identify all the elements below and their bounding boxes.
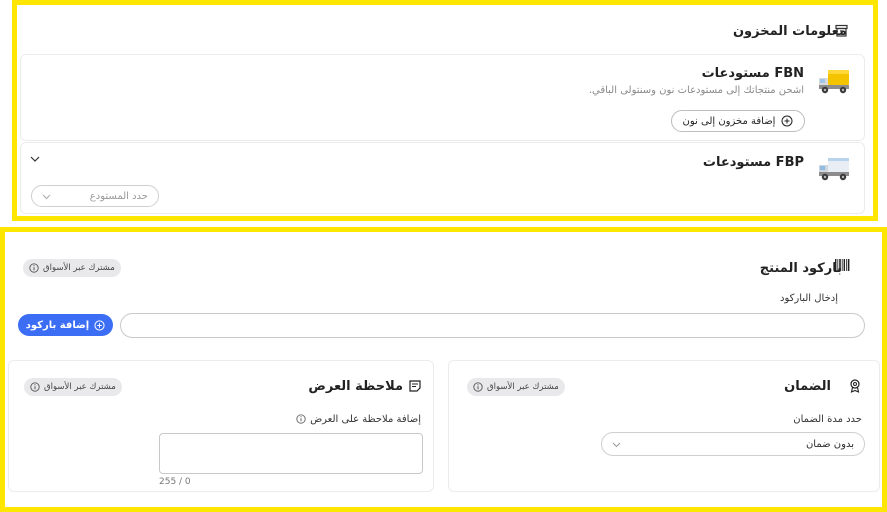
note-icon bbox=[409, 380, 421, 392]
fbp-title: مستودعات FBP bbox=[702, 155, 804, 170]
add-stock-label: إضافة مخزون إلى نون bbox=[682, 115, 776, 127]
plus-circle-icon bbox=[781, 115, 793, 127]
add-stock-to-noon-button[interactable]: إضافة مخزون إلى نون bbox=[671, 110, 805, 132]
fbn-warehouse-card: مستودعات FBN اشحن منتجاتك إلى مستودعات ن… bbox=[20, 54, 865, 141]
shared-across-markets-badge: مشترك عبر الأسواق bbox=[467, 378, 565, 396]
shared-across-markets-badge: مشترك عبر الأسواق bbox=[24, 378, 122, 396]
archive-icon bbox=[835, 24, 848, 37]
barcode-input-label: إدخال الباركود bbox=[779, 293, 838, 304]
shared-across-markets-badge: مشترك عبر الأسواق bbox=[23, 259, 121, 277]
shared-badge-label: مشترك عبر الأسواق bbox=[43, 263, 115, 273]
info-icon bbox=[473, 382, 483, 392]
offer-note-title: ملاحظة العرض bbox=[308, 379, 403, 394]
fbp-warehouse-card: مستودعات FBP حدد المستودع bbox=[20, 142, 865, 214]
info-icon bbox=[30, 382, 40, 392]
fbn-description: اشحن منتجاتك إلى مستودعات نون وسنتولى ال… bbox=[588, 85, 804, 96]
warehouse-placeholder: حدد المستودع bbox=[89, 190, 148, 202]
offer-note-textarea[interactable] bbox=[159, 433, 423, 474]
award-icon bbox=[849, 379, 861, 393]
barcode-icon bbox=[835, 258, 850, 272]
chevron-down-icon[interactable] bbox=[30, 155, 40, 163]
offer-note-card: ملاحظة العرض مشترك عبر الأسواق إضافة ملا… bbox=[8, 360, 434, 492]
inventory-section-title: معلومات المخزون bbox=[732, 24, 847, 39]
warranty-title: الضمان bbox=[784, 379, 831, 394]
warranty-card: الضمان مشترك عبر الأسواق حدد مدة الضمان … bbox=[448, 360, 880, 492]
offer-note-input-label: إضافة ملاحظة على العرض bbox=[310, 414, 421, 425]
truck-icon bbox=[817, 66, 851, 96]
plus-circle-icon bbox=[94, 319, 105, 331]
add-barcode-button[interactable]: إضافة باركود bbox=[18, 314, 113, 336]
char-counter: 255 / 0 bbox=[159, 477, 191, 487]
warranty-duration-value: بدون ضمان bbox=[805, 438, 854, 450]
add-barcode-label: إضافة باركود bbox=[25, 319, 90, 331]
warranty-duration-label: حدد مدة الضمان bbox=[793, 414, 862, 425]
barcode-title: باركود المنتج bbox=[759, 261, 842, 276]
info-icon[interactable] bbox=[296, 414, 306, 424]
chevron-down-icon bbox=[612, 441, 621, 448]
chevron-down-icon bbox=[42, 193, 51, 200]
van-icon bbox=[817, 153, 851, 183]
barcode-input[interactable] bbox=[120, 313, 865, 338]
shared-badge-label: مشترك عبر الأسواق bbox=[487, 382, 559, 392]
info-icon bbox=[29, 263, 39, 273]
shared-badge-label: مشترك عبر الأسواق bbox=[44, 382, 116, 392]
warehouse-select[interactable]: حدد المستودع bbox=[31, 185, 159, 207]
fbn-title: مستودعات FBN bbox=[701, 66, 804, 81]
warranty-duration-select[interactable]: بدون ضمان bbox=[601, 432, 865, 456]
